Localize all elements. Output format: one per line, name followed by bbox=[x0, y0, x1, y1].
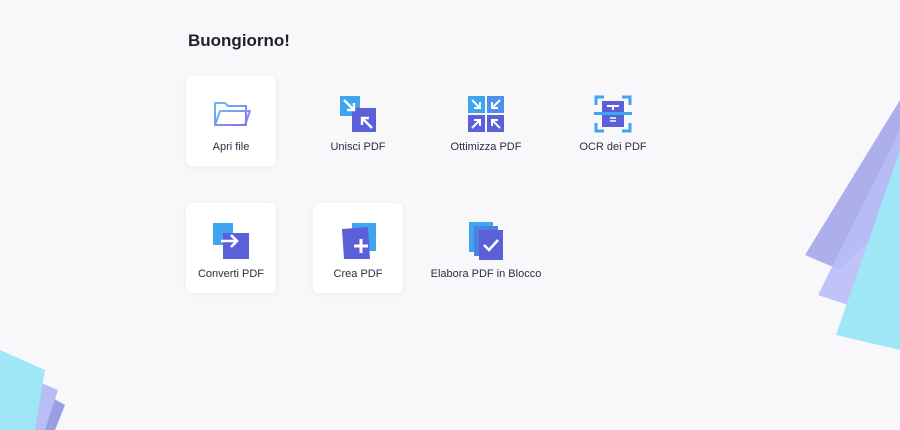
convert-pdf-button[interactable]: Converti PDF bbox=[186, 203, 276, 293]
convert-icon bbox=[211, 221, 251, 261]
create-plus-icon bbox=[338, 221, 378, 261]
batch-process-icon bbox=[466, 221, 506, 261]
merge-pdf-button[interactable]: Unisci PDF bbox=[313, 76, 403, 166]
batch-pdf-label: Elabora PDF in Blocco bbox=[430, 268, 542, 280]
home-screen: Buongiorno! Apri file Unisci PDF Ottimiz… bbox=[0, 0, 900, 430]
merge-icon bbox=[338, 94, 378, 134]
batch-pdf-button[interactable]: Elabora PDF in Blocco bbox=[431, 203, 541, 293]
decorative-shapes-left bbox=[0, 350, 65, 430]
ocr-pdf-button[interactable]: OCR dei PDF bbox=[568, 76, 658, 166]
optimize-icon bbox=[466, 94, 506, 134]
ocr-pdf-label: OCR dei PDF bbox=[579, 141, 647, 153]
folder-icon bbox=[211, 94, 251, 134]
decorative-shapes-right bbox=[805, 100, 900, 350]
open-file-button[interactable]: Apri file bbox=[186, 76, 276, 166]
optimize-pdf-button[interactable]: Ottimizza PDF bbox=[441, 76, 531, 166]
greeting-heading: Buongiorno! bbox=[188, 31, 290, 50]
ocr-scan-icon bbox=[593, 94, 633, 134]
create-pdf-button[interactable]: Crea PDF bbox=[313, 203, 403, 293]
